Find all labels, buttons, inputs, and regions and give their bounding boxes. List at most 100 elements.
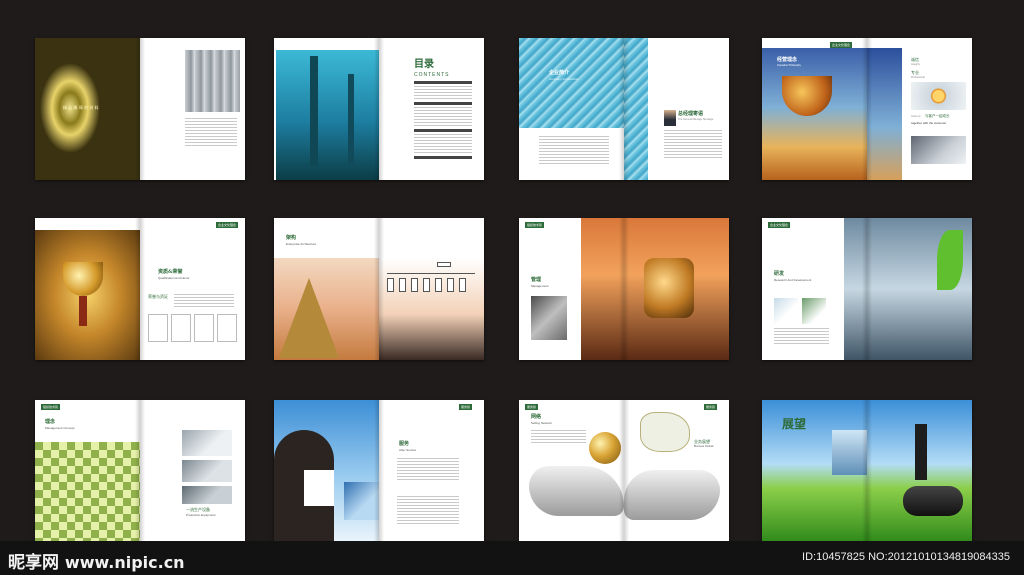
body-text-block xyxy=(539,136,609,166)
network-title: 网络 xyxy=(531,414,542,420)
spread-left-page: 精 心 雕 琢 的 材 料 xyxy=(35,38,140,180)
nipic-logo: 昵享网 www.nipic.cn xyxy=(8,548,185,573)
brochure-spread-4: 企业文化理念 经营理念 Operation Philosophy 诚信 Inte… xyxy=(762,38,972,180)
value-professional-en: Professional xyxy=(911,76,925,79)
rd-subtitle: Research And Development xyxy=(774,278,812,282)
spread-right-page xyxy=(867,218,972,360)
brochure-spread-12: 展望 xyxy=(762,400,972,542)
section-tag: 组织技术篇 xyxy=(41,404,61,410)
spread-left-page: 组织技术篇 管理 Management xyxy=(519,218,624,360)
honor-subtitle: 荣誉与资证 xyxy=(148,294,168,299)
lab-photo xyxy=(774,298,798,324)
org-chart-node xyxy=(423,278,430,292)
org-chart-node xyxy=(411,278,418,292)
value-integrity: 诚信 xyxy=(911,57,919,62)
nipic-logo-cn: 昵享网 xyxy=(8,553,59,573)
outlook-subtitle: Business Outlook xyxy=(694,445,714,448)
toc-bar xyxy=(414,102,472,105)
spread-right-page: 服务篇 业务展望 Business Outlook xyxy=(624,400,729,542)
world-map-3d xyxy=(624,470,720,520)
toc-bar xyxy=(414,129,472,132)
spread-1-tagline: 精 心 雕 琢 的 材 料 xyxy=(63,105,99,110)
section-tag: 组织技术篇 xyxy=(525,222,545,228)
sky-photo xyxy=(867,48,902,180)
china-map xyxy=(640,412,690,452)
brochure-spread-10: 服务篇 服务 After Service xyxy=(274,400,484,542)
qualification-subtitle: Qualification And Honor xyxy=(158,276,190,280)
spread-left-page xyxy=(274,400,379,542)
brochure-spread-3: 企业简介 Company Introduction 总经理寄语 The Gene… xyxy=(519,38,729,180)
manager-portrait xyxy=(664,110,676,126)
body-text-block xyxy=(774,328,829,346)
world-map-3d xyxy=(529,466,624,516)
value-professional: 专业 xyxy=(911,70,919,75)
operator-face xyxy=(304,470,334,506)
intro-subtitle: Company Introduction xyxy=(549,77,579,81)
concept-subtitle: Management Concept xyxy=(45,426,75,430)
certificate-image xyxy=(194,314,214,342)
value-integrity-en: Integrity xyxy=(911,63,920,66)
org-chart-node xyxy=(387,278,394,292)
glass-pyramid xyxy=(279,278,339,358)
magnifier-photo xyxy=(911,82,966,110)
architecture-title: 架构 xyxy=(286,235,297,241)
refinery-tower xyxy=(310,56,318,166)
concept-title: 理念 xyxy=(45,419,56,425)
team-photo xyxy=(531,296,567,340)
org-chart-node xyxy=(399,278,406,292)
spread-left-page: 架构 Enterprise Architecture xyxy=(274,218,379,360)
certificate-image xyxy=(171,314,191,342)
handshake-photo xyxy=(911,136,966,164)
body-text-block xyxy=(397,458,459,480)
philosophy-title: 经营理念 xyxy=(777,57,798,63)
rd-title: 研发 xyxy=(774,271,785,277)
intro-title: 企业简介 xyxy=(549,70,570,76)
brochure-spread-2: 目录 CONTENTS xyxy=(274,38,484,180)
certificate-image xyxy=(217,314,237,342)
lab-photo xyxy=(802,298,826,324)
spread-right-page xyxy=(379,218,484,360)
qualification-title: 资质&荣誉 xyxy=(158,269,183,275)
org-chart-node xyxy=(435,278,442,292)
brochure-spread-9: 组织技术篇 理念 Management Concept 一流生产设备 Produ… xyxy=(35,400,245,542)
section-tag: 服务篇 xyxy=(459,404,473,410)
philosophy-subtitle: Operation Philosophy xyxy=(777,64,801,67)
brochure-spread-11: 服务篇 网络 Selling Network 服务篇 业务展望 Business… xyxy=(519,400,729,542)
body-text-block xyxy=(531,430,586,444)
toc-list xyxy=(414,107,472,127)
gm-message-title: 总经理寄语 xyxy=(678,111,704,117)
screen-photo xyxy=(344,482,379,520)
brochure-spread-8: 企业文化理念 研发 Research And Development xyxy=(762,218,972,360)
binoculars xyxy=(903,486,963,516)
spread-left-page: 企业文化理念 经营理念 Operation Philosophy xyxy=(762,38,867,180)
glass-building-photo xyxy=(624,38,648,180)
brochure-spread-6: 架构 Enterprise Architecture xyxy=(274,218,484,360)
spread-right-page: 目录 CONTENTS xyxy=(379,38,484,180)
spread-left-page xyxy=(274,38,379,180)
section-tag: 企业文化理念 xyxy=(830,42,853,48)
padlock xyxy=(644,258,694,318)
spread-right-page: 总经理寄语 The General Manager Message xyxy=(624,38,729,180)
gm-message-subtitle: The General Manager Message xyxy=(678,118,714,121)
spread-right-page: 一流生产设备 Production Equipment xyxy=(140,400,245,542)
org-chart-root xyxy=(437,262,451,267)
gold-globe xyxy=(589,432,621,464)
spread-left-page xyxy=(35,218,140,360)
spread-right-page xyxy=(624,218,729,360)
certificate-image xyxy=(148,314,168,342)
body-text-block xyxy=(185,118,237,148)
body-text-block xyxy=(174,294,234,308)
section-tag: 企业文化理念 xyxy=(768,222,791,228)
contents-subtitle: CONTENTS xyxy=(414,72,450,78)
body-text-block xyxy=(397,496,459,526)
brochure-spread-7: 组织技术篇 管理 Management xyxy=(519,218,729,360)
spread-right-page: 诚信 Integrity 专业 Professional Grow up 与客户… xyxy=(867,38,972,180)
spread-right-page: 服务篇 服务 After Service xyxy=(379,400,484,542)
spread-left-page: 服务篇 网络 Selling Network xyxy=(519,400,624,542)
spread-left-page: 组织技术篇 理念 Management Concept xyxy=(35,400,140,542)
green-sprout xyxy=(937,230,963,290)
toc-bar xyxy=(414,81,472,84)
outlook-heading: 展望 xyxy=(782,417,807,431)
value-grow: 与客户一起成长 xyxy=(925,114,950,118)
toc-list xyxy=(414,86,472,100)
